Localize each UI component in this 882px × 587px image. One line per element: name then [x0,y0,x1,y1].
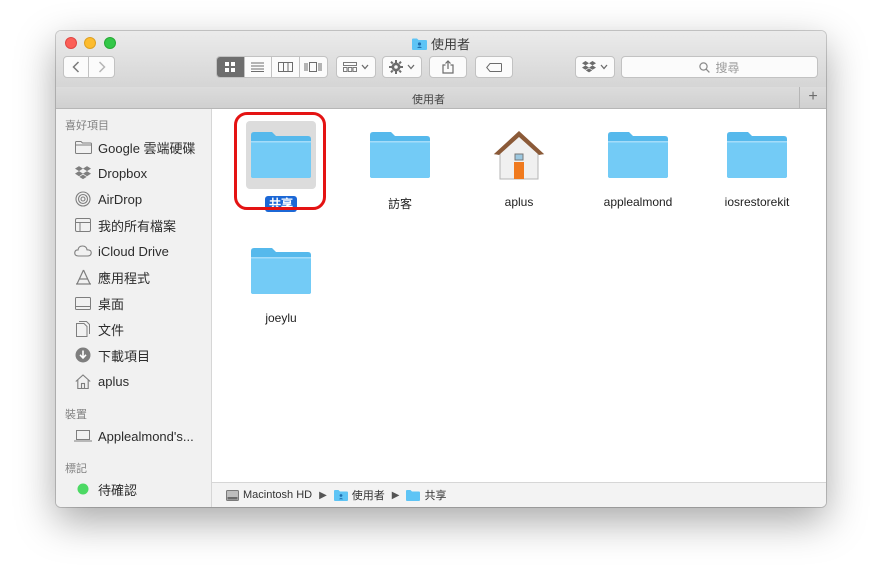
file-item[interactable]: joeylu [226,237,336,325]
chevron-down-icon [361,64,369,70]
view-mode-control [216,56,328,78]
tab-title[interactable]: 使用者 [56,91,801,107]
sidebar-item-dropbox[interactable]: Dropbox [56,162,211,184]
search-field[interactable]: 搜尋 [621,56,818,78]
chevron-left-icon [72,61,80,73]
dropbox-icon [582,61,596,73]
path-crumb-users[interactable]: 使用者 [333,487,385,503]
icon-view-button[interactable] [217,57,245,77]
column-view-button[interactable] [272,57,300,77]
file-name: applealmond [603,195,673,209]
back-button[interactable] [64,57,90,77]
sidebar-item-applications[interactable]: 應用程式 [56,266,211,288]
sidebar-item-icloud-drive[interactable]: iCloud Drive [56,240,211,262]
folder-icon [365,121,435,189]
applications-icon [74,269,92,285]
toolbar: 使用者 搜尋 [56,31,826,88]
airdrop-icon [74,191,92,207]
hard-drive-icon [226,489,239,501]
users-folder-icon [411,38,427,50]
file-item[interactable]: applealmond [583,121,693,209]
green-tag-icon [74,481,92,497]
file-item[interactable]: aplus [464,121,574,209]
folder-icon [722,121,792,189]
arrange-grid-icon [343,62,357,72]
search-icon [699,61,711,73]
path-separator-icon: ▶ [391,489,400,501]
path-bar: Macintosh HD ▶ 使用者 ▶ 共享 [212,482,826,507]
cloud-icon [74,243,92,259]
nav-buttons [63,56,115,78]
folder-icon [74,139,92,155]
add-tab-button[interactable]: + [799,87,826,108]
folder-icon [246,237,316,305]
columns-icon [277,62,293,72]
file-item[interactable]: 訪客 [345,121,455,212]
file-name: 訪客 [387,197,412,211]
all-files-icon [74,217,92,233]
sidebar-item-airdrop[interactable]: AirDrop [56,188,211,210]
tag-button[interactable] [475,56,513,78]
sidebar-header-devices: 裝置 [65,409,87,421]
home-icon [74,373,92,389]
cover-flow-icon [304,62,322,72]
arrange-button[interactable] [336,56,376,78]
folder-icon [406,489,421,501]
path-crumb-shared[interactable]: 共享 [406,487,446,503]
sidebar-item-applealmond-mac[interactable]: Applealmond's... [56,425,211,447]
dropbox-icon [74,165,92,181]
highlight-ring [234,112,326,210]
search-placeholder: 搜尋 [715,60,740,75]
action-button[interactable] [382,56,422,78]
folder-icon [603,121,673,189]
sidebar-item-documents[interactable]: 文件 [56,318,211,340]
sidebar-header-tags: 標記 [65,463,87,475]
sidebar-item-desktop[interactable]: 桌面 [56,292,211,314]
download-icon [74,347,92,363]
tag-icon [486,62,502,72]
tab-bar: 使用者 + [56,87,826,109]
chevron-down-icon [600,64,608,70]
path-crumb-macintosh-hd[interactable]: Macintosh HD [226,489,312,501]
sidebar-item-aplus[interactable]: aplus [56,370,211,392]
path-separator-icon: ▶ [319,489,327,501]
sidebar-header-favorites: 喜好項目 [65,120,109,132]
share-button[interactable] [429,56,467,78]
list-icon [251,62,265,72]
users-folder-icon [333,489,348,501]
sidebar-item-tag-pending[interactable]: 待確認 [56,478,211,500]
grid-icon [225,62,236,72]
forward-button[interactable] [89,57,114,77]
laptop-icon [74,428,92,444]
home-folder-icon [484,121,554,189]
file-item[interactable]: iosrestorekit [702,121,812,209]
documents-icon [74,321,92,337]
dropbox-button[interactable] [575,56,615,78]
sidebar-item-google-drive[interactable]: Google 雲端硬碟 [56,136,211,158]
finder-window: 使用者 搜尋 使用者 + 喜好項目 Google 雲端硬碟 Dropbox Ai… [56,31,826,507]
share-icon [442,60,454,74]
gear-icon [389,60,403,74]
chevron-down-icon [407,64,415,70]
cover-flow-button[interactable] [300,57,327,77]
list-view-button[interactable] [245,57,272,77]
file-name: joeylu [265,311,297,325]
sidebar-item-downloads[interactable]: 下載項目 [56,344,211,366]
window-title: 使用者 [56,34,826,53]
sidebar-item-all-my-files[interactable]: 我的所有檔案 [56,214,211,236]
file-name: iosrestorekit [724,195,790,209]
desktop-icon [74,295,92,311]
chevron-right-icon [98,61,106,73]
sidebar: 喜好項目 Google 雲端硬碟 Dropbox AirDrop 我的所有檔案 … [56,109,212,507]
file-name: aplus [504,195,534,209]
